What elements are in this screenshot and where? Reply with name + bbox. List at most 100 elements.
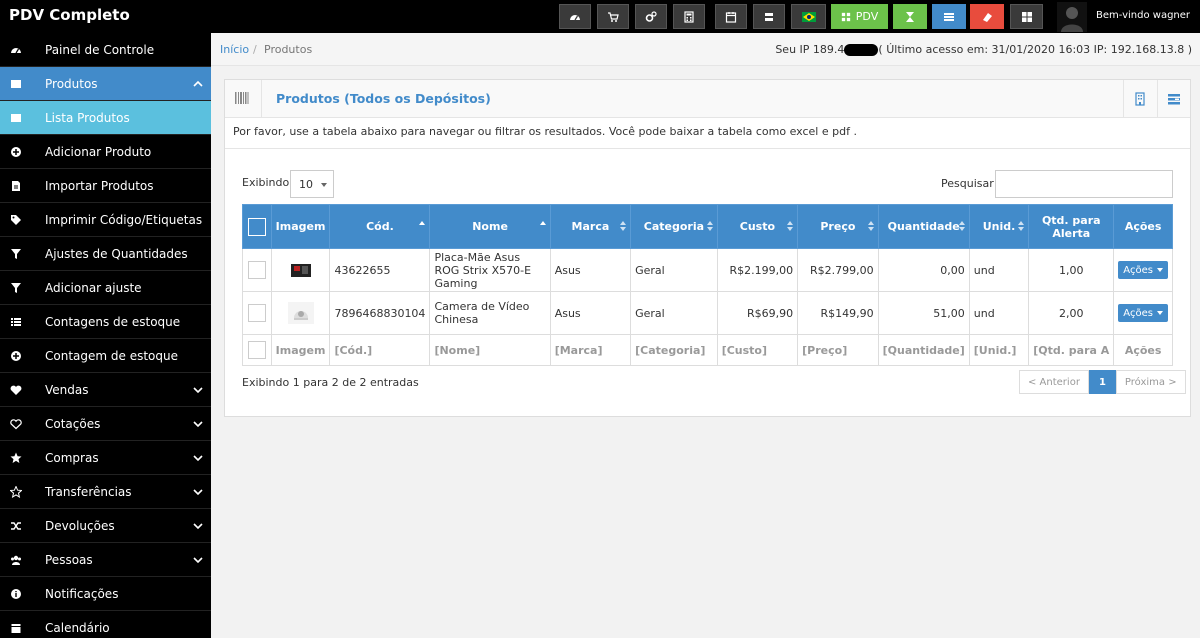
sort-icon [867,221,874,231]
footer-filter-preco[interactable]: [Preço] [797,334,879,366]
dashboard-button[interactable] [559,4,591,29]
row-checkbox[interactable] [247,261,266,279]
welcome-user[interactable]: Bem-vindo wagner [1096,10,1190,21]
sidebar-item-ajustes-quantidades[interactable]: Ajustes de Quantidades [0,237,211,271]
bookmarks-icon [765,12,773,21]
breadcrumb-home-link[interactable]: Início [220,43,249,56]
footer-filter-unidade[interactable]: [Unid.] [968,334,1030,366]
user-avatar-icon[interactable] [1057,2,1087,32]
footer-filter-quantidade[interactable]: [Quantidade] [877,334,970,366]
sidebar-item-contagem-estoque[interactable]: Contagem de estoque [0,339,211,373]
col-unidade[interactable]: Unid. [968,204,1030,249]
sidebar-item-devolucoes[interactable]: Devoluções [0,509,211,543]
col-preco[interactable]: Preço [797,204,879,249]
ip-suffix: ( Último acesso em: 31/01/2020 16:03 IP:… [878,43,1192,56]
row-checkbox[interactable] [247,304,266,322]
pdv-label: PDV [855,10,879,23]
main-content: Início / Produtos Seu IP 189.4 ( Último a… [211,33,1200,638]
row-select-cell[interactable] [242,248,272,292]
footer-filter-marca[interactable]: [Marca] [549,334,632,366]
actions-label: Ações [1123,307,1153,319]
footer-filter-qtd-alerta[interactable]: [Qtd. para A [1028,334,1115,366]
image-cell[interactable] [270,248,331,292]
actions-cell: Ações [1113,291,1173,335]
sidebar-item-adicionar-produto[interactable]: Adicionar Produto [0,135,211,169]
sidebar-item-imprimir-etiquetas[interactable]: Imprimir Código/Etiquetas [0,203,211,237]
caret-down-icon [321,183,327,187]
table-row[interactable]: 43622655 Placa-Mãe Asus ROG Strix X570-E… [242,248,1173,292]
language-button[interactable] [791,4,826,29]
sidebar-item-lista-produtos[interactable]: Lista Produtos [0,101,211,135]
table-row[interactable]: 7896468830104 Camera de Vídeo Chinesa As… [242,291,1173,335]
cart-button[interactable] [597,4,629,29]
sidebar-item-label: Compras [45,450,99,465]
sidebar-item-adicionar-ajuste[interactable]: Adicionar ajuste [0,271,211,305]
dashboard-icon [11,48,21,54]
header-divider [261,80,262,118]
footer-filter-categoria[interactable]: [Categoria] [630,334,718,366]
widgets-button[interactable] [1010,4,1043,29]
name-cell: Placa-Mãe Asus ROG Strix X570-E Gaming [429,248,551,292]
sidebar-item-label: Notificações [45,586,119,601]
register-button[interactable] [753,4,785,29]
header-label: Unid. [982,220,1016,233]
sidebar-item-importar-produtos[interactable]: Importar Produtos [0,169,211,203]
select-all-checkbox[interactable] [247,217,266,236]
top-navbar: PDV Completo PDV Bem-vindo wagner [0,0,1200,33]
calendar-button[interactable] [715,4,747,29]
sidebar-item-pessoas[interactable]: Pessoas [0,543,211,577]
col-marca[interactable]: Marca [549,204,632,249]
calculator-button[interactable] [673,4,705,29]
product-thumbnail[interactable] [288,259,314,281]
hourglass-icon [906,11,914,22]
sidebar-item-contagens-estoque[interactable]: Contagens de estoque [0,305,211,339]
grid-icon [841,12,850,21]
footer-checkbox[interactable] [247,341,266,359]
header-label: Qtd. para Alerta [1041,213,1101,240]
sidebar-item-notificacoes[interactable]: Notificações [0,577,211,611]
col-custo[interactable]: Custo [716,204,799,249]
filter-icon [11,283,21,293]
footer-filter-codigo[interactable]: [Cód.] [329,334,431,366]
header-label: Imagem [275,220,326,233]
pdv-button[interactable]: PDV [831,4,888,29]
sidebar-item-transferencias[interactable]: Transferências [0,475,211,509]
sidebar-item-label: Pessoas [45,552,93,567]
sidebar-item-cotacoes[interactable]: Cotações [0,407,211,441]
box-header: Produtos (Todos os Depósitos) [225,80,1190,118]
select-all-header[interactable] [242,204,272,249]
sidebar-item-calendario[interactable]: Calendário [0,611,211,638]
page-length-select[interactable]: 10 [290,170,334,198]
col-qtd-alerta[interactable]: Qtd. para Alerta [1028,204,1115,249]
pagination-prev[interactable]: < Anterior [1019,370,1089,394]
image-cell[interactable] [270,291,331,335]
footer-filter-custo[interactable]: [Custo] [716,334,799,366]
options-button[interactable] [1157,80,1190,118]
warehouse-button[interactable] [1123,80,1156,118]
sidebar-item-compras[interactable]: Compras [0,441,211,475]
header-label: Categoria [643,220,705,233]
col-quantidade[interactable]: Quantidade [877,204,970,249]
users-icon [11,555,21,565]
eraser-button[interactable] [970,4,1004,29]
hourglass-button[interactable] [893,4,927,29]
col-codigo[interactable]: Cód. [329,204,431,249]
row-select-cell[interactable] [242,291,272,335]
col-categoria[interactable]: Categoria [630,204,718,249]
sidebar-item-dashboard[interactable]: Painel de Controle [0,33,211,67]
sidebar-item-vendas[interactable]: Vendas [0,373,211,407]
search-input[interactable] [995,170,1173,198]
pagination-page-1[interactable]: 1 [1088,370,1116,394]
sidebar-item-produtos[interactable]: Produtos [0,67,211,101]
actions-dropdown-button[interactable]: Ações [1118,261,1168,279]
list-button[interactable] [932,4,966,29]
actions-dropdown-button[interactable]: Ações [1118,304,1168,322]
settings-button[interactable] [635,4,667,29]
pagination-next[interactable]: Próxima > [1115,370,1186,394]
footer-filter-nome[interactable]: [Nome] [429,334,551,366]
breadcrumb-separator: / [253,43,257,56]
product-thumbnail[interactable] [287,302,314,324]
col-nome[interactable]: Nome [429,204,551,249]
brand-logo[interactable]: PDV Completo [9,6,130,24]
chevron-down-icon [193,455,203,462]
